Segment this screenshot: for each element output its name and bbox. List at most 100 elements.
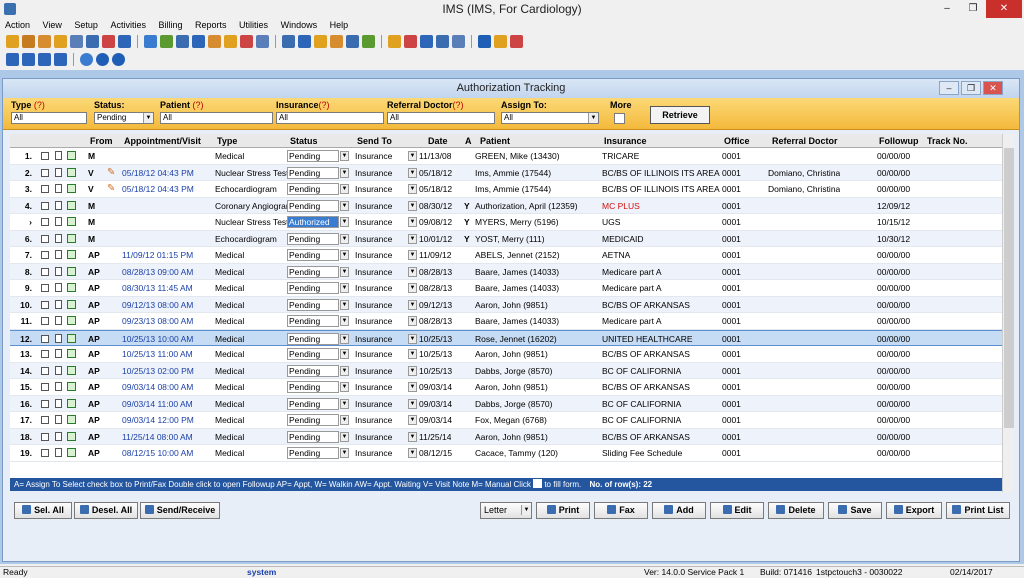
followup-icon[interactable] <box>67 349 76 358</box>
deselect-all-button[interactable]: Desel. All <box>74 502 138 519</box>
select-all-button[interactable]: Sel. All <box>14 502 72 519</box>
chevron-down-icon[interactable]: ▼ <box>340 283 349 293</box>
toolbar-tool-21-icon[interactable] <box>346 35 359 48</box>
col-appointment[interactable]: Appointment/Visit <box>124 136 201 146</box>
chevron-down-icon[interactable]: ▼ <box>408 382 417 392</box>
followup-icon[interactable] <box>67 217 76 226</box>
appointment-cell[interactable]: 08/30/13 11:45 AM <box>122 283 193 293</box>
row-checkbox[interactable] <box>41 432 49 441</box>
document-icon[interactable] <box>55 299 62 309</box>
status-filter-select[interactable]: Pending ▼ <box>94 112 154 124</box>
followup-cell[interactable]: 10/30/12 <box>877 234 910 244</box>
chevron-down-icon[interactable]: ▼ <box>340 184 349 194</box>
appointment-cell[interactable]: 05/18/12 04:43 PM <box>122 168 194 178</box>
first-record-icon[interactable] <box>6 53 19 66</box>
status-select[interactable]: Pending <box>287 381 339 393</box>
menu-help[interactable]: Help <box>325 20 354 30</box>
type-field[interactable]: All <box>11 112 87 124</box>
document-icon[interactable] <box>55 200 62 210</box>
add-button[interactable]: Add <box>652 502 706 519</box>
toolbar-tool-20-icon[interactable] <box>330 35 343 48</box>
col-referral-doctor[interactable]: Referral Doctor <box>772 136 838 146</box>
toolbar-tool-4-icon[interactable] <box>54 35 67 48</box>
delete-button[interactable]: Delete <box>768 502 824 519</box>
followup-icon[interactable] <box>67 250 76 259</box>
followup-icon[interactable] <box>67 365 76 375</box>
followup-icon[interactable] <box>67 167 76 177</box>
document-icon[interactable] <box>55 349 62 358</box>
table-row[interactable]: 14. AP 10/25/13 02:00 PM Medical Insurance 10… <box>10 362 1002 379</box>
toolbar-tool-27-icon[interactable] <box>452 35 465 48</box>
chevron-down-icon[interactable]: ▼ <box>340 233 349 244</box>
status-select[interactable]: Pending <box>287 315 339 327</box>
menu-activities[interactable]: Activities <box>105 20 151 30</box>
toolbar-tool-3-icon[interactable] <box>38 35 51 48</box>
status-select[interactable]: Pending <box>287 166 339 179</box>
document-icon[interactable] <box>55 217 62 226</box>
table-row[interactable]: 3. V 05/18/12 04:43 PM Echocardiogram Insura… <box>10 181 1002 198</box>
menu-utilities[interactable]: Utilities <box>234 20 273 30</box>
toolbar-tool-25-icon[interactable] <box>420 35 433 48</box>
table-row[interactable]: 2. V 05/18/12 04:43 PM Nuclear Stress Test I… <box>10 164 1002 181</box>
toolbar-tool-11-icon[interactable] <box>176 35 189 48</box>
more-checkbox[interactable] <box>614 113 625 124</box>
print-list-button[interactable]: Print List <box>946 502 1010 519</box>
document-icon[interactable] <box>55 365 62 375</box>
document-icon[interactable] <box>55 431 62 441</box>
paper-size-select[interactable]: Letter ▼ <box>480 502 532 519</box>
send-receive-button[interactable]: Send/Receive <box>140 502 220 519</box>
toolbar-tool-7-icon[interactable] <box>102 35 115 48</box>
status-select[interactable]: Pending <box>287 414 339 426</box>
status-select[interactable]: Pending <box>287 249 339 261</box>
table-row[interactable]: 7. AP 11/09/12 01:15 PM Medical Insurance 11/… <box>10 247 1002 264</box>
row-checkbox[interactable] <box>41 399 49 408</box>
followup-cell[interactable]: 00/00/00 <box>877 267 910 277</box>
chevron-down-icon[interactable]: ▼ <box>340 217 349 227</box>
chevron-down-icon[interactable]: ▼ <box>340 415 349 425</box>
col-status[interactable]: Status <box>290 136 318 146</box>
appointment-cell[interactable]: 09/03/14 12:00 PM <box>122 415 194 425</box>
chevron-down-icon[interactable]: ▼ <box>340 266 349 277</box>
chevron-down-icon[interactable]: ▼ <box>408 365 417 376</box>
followup-cell[interactable]: 00/00/00 <box>877 250 910 260</box>
followup-cell[interactable]: 00/00/00 <box>877 382 910 392</box>
row-checkbox[interactable] <box>41 218 49 226</box>
followup-cell[interactable]: 00/00/00 <box>877 316 910 326</box>
followup-icon[interactable] <box>67 283 76 292</box>
followup-icon[interactable] <box>67 333 76 343</box>
chevron-down-icon[interactable]: ▼ <box>408 250 417 260</box>
menu-windows[interactable]: Windows <box>276 20 323 30</box>
chevron-down-icon[interactable]: ▼ <box>340 200 349 211</box>
row-checkbox[interactable] <box>41 416 49 424</box>
toolbar-tool-2-icon[interactable] <box>22 35 35 48</box>
chevron-down-icon[interactable]: ▼ <box>408 333 417 344</box>
row-checkbox[interactable] <box>41 350 49 358</box>
appointment-cell[interactable]: 09/12/13 08:00 AM <box>122 300 193 310</box>
followup-cell[interactable]: 00/00/00 <box>877 151 910 161</box>
toolbar-tool-6-icon[interactable] <box>86 35 99 48</box>
cancel-icon[interactable] <box>112 53 125 66</box>
status-select[interactable]: Authorized <box>287 216 339 228</box>
toolbar-tool-14-icon[interactable] <box>224 35 237 48</box>
patient-field[interactable]: All <box>160 112 273 124</box>
chevron-down-icon[interactable]: ▼ <box>408 200 417 211</box>
table-row[interactable]: › M Nuclear Stress Test Insurance 09/08/12 Y M… <box>10 214 1002 231</box>
appointment-cell[interactable]: 11/25/14 08:00 AM <box>122 432 193 442</box>
followup-icon[interactable] <box>67 448 76 457</box>
col-office[interactable]: Office <box>724 136 750 146</box>
vertical-scrollbar[interactable] <box>1002 134 1014 492</box>
col-patient[interactable]: Patient <box>480 136 510 146</box>
col-followup[interactable]: Followup <box>879 136 919 146</box>
table-row[interactable]: 17. AP 09/03/14 12:00 PM Medical Insurance 09… <box>10 412 1002 429</box>
print-button[interactable]: Print <box>536 502 590 519</box>
toolbar-tool-12-icon[interactable] <box>192 35 205 48</box>
appointment-cell[interactable]: 09/23/13 08:00 AM <box>122 316 193 326</box>
visit-note-icon[interactable]: ✎ <box>107 167 115 178</box>
followup-icon[interactable] <box>67 382 76 391</box>
toolbar-tool-18-icon[interactable] <box>298 35 311 48</box>
toolbar-tool-30-icon[interactable] <box>510 35 523 48</box>
followup-cell[interactable]: 00/00/00 <box>877 432 910 442</box>
chevron-down-icon[interactable]: ▼ <box>408 167 417 178</box>
menu-setup[interactable]: Setup <box>69 20 103 30</box>
help-icon[interactable] <box>96 53 109 66</box>
